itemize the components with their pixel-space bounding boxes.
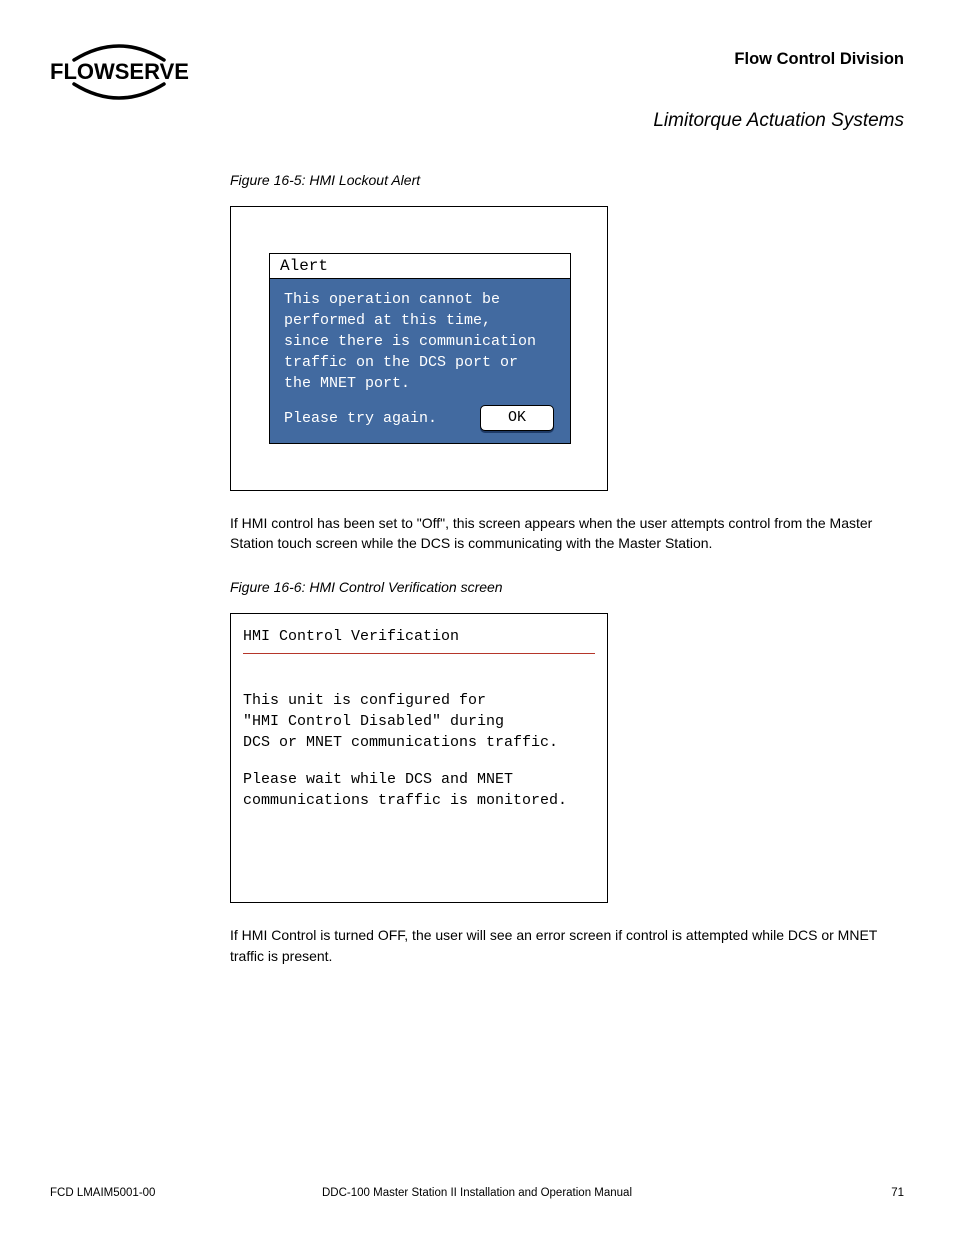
page-footer: FCD LMAIM5001-00 DDC-100 Master Station …	[50, 1187, 904, 1199]
alert-line: This operation cannot be	[284, 289, 556, 310]
figure-2-screenshot: HMI Control Verification This unit is co…	[230, 613, 608, 903]
page-content: Figure 16-5: HMI Lockout Alert Alert Thi…	[230, 172, 894, 966]
alert-title: Alert	[269, 253, 571, 279]
flowserve-logo: FLOWSERVE	[50, 40, 189, 104]
alert-line: traffic on the DCS port or	[284, 352, 556, 373]
figure-1-caption: Figure 16-5: HMI Lockout Alert	[230, 172, 894, 188]
figure-1-screenshot: Alert This operation cannot be performed…	[230, 206, 608, 491]
verify-title: HMI Control Verification	[243, 628, 595, 649]
alert-line: since there is communication	[284, 331, 556, 352]
alert-dialog: Alert This operation cannot be performed…	[269, 253, 571, 444]
verify-divider	[243, 653, 595, 654]
division-label: Flow Control Division	[734, 50, 904, 69]
alert-body: This operation cannot be performed at th…	[269, 279, 571, 444]
verify-paragraph: Please wait while DCS and MNET communica…	[243, 769, 595, 811]
header-subtitle: Limitorque Actuation Systems	[50, 110, 904, 132]
page-header: FLOWSERVE Flow Control Division	[50, 40, 904, 104]
ok-button[interactable]: OK	[480, 405, 554, 431]
alert-line: performed at this time,	[284, 310, 556, 331]
footer-manual-title: DDC-100 Master Station II Installation a…	[50, 1187, 904, 1199]
logo-text: FLOWSERVE	[50, 62, 189, 82]
verify-body: This unit is configured for "HMI Control…	[243, 690, 595, 811]
figure-2-caption: Figure 16-6: HMI Control Verification sc…	[230, 579, 894, 595]
logo-arc-bottom-icon	[59, 82, 179, 104]
paragraph-1: If HMI control has been set to "Off", th…	[230, 513, 894, 554]
alert-line: the MNET port.	[284, 373, 556, 394]
paragraph-2: If HMI Control is turned OFF, the user w…	[230, 925, 894, 966]
verify-paragraph: This unit is configured for "HMI Control…	[243, 690, 595, 753]
